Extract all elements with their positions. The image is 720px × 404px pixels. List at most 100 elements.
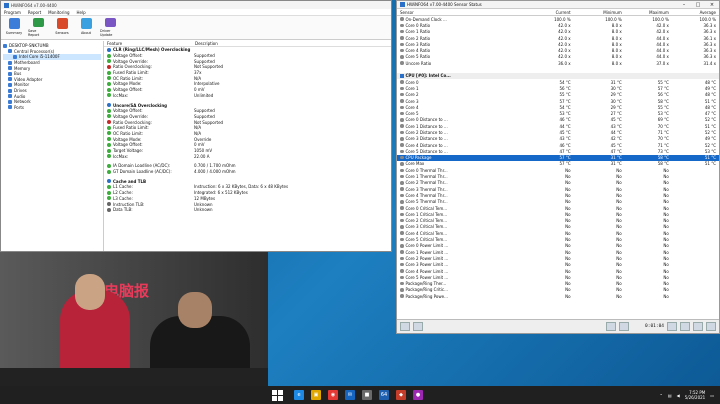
close-button[interactable]: × xyxy=(705,2,719,8)
taskbar-app-1-icon[interactable]: ▣ xyxy=(311,390,321,400)
tree-item-ports[interactable]: Ports xyxy=(3,105,101,111)
detail-row[interactable]: Voltage Mode: Override xyxy=(104,136,391,142)
sensor-row[interactable]: Core 1 Distance to ... 44 °C 43 °C 70 °C 51 … xyxy=(397,123,719,129)
minimize-button[interactable]: – xyxy=(677,2,691,8)
sensor-row[interactable]: Core 5 Thermal Thr... No No No xyxy=(397,199,719,205)
feature-column-header[interactable]: Feature xyxy=(104,41,192,46)
col-maximum[interactable]: Maximum xyxy=(625,10,672,15)
taskbar-app-0-icon[interactable]: e xyxy=(294,390,304,400)
windows-start-button[interactable] xyxy=(272,389,286,401)
sensor-row[interactable]: Core 2 Critical Tem... No No No xyxy=(397,218,719,224)
maximize-button[interactable]: □ xyxy=(691,2,705,8)
detail-row[interactable]: Voltage Offset: 0 mV xyxy=(104,142,391,148)
detail-row[interactable]: OC Ratio Limit: N/A xyxy=(104,131,391,137)
sensor-row[interactable]: Core 2 Ratio 42.0 x 8.0 x 44.0 x 36.1 x xyxy=(397,35,719,41)
sensor-row[interactable]: Core 2 55 °C 29 °C 56 °C 48 °C xyxy=(397,92,719,98)
detail-row[interactable]: Voltage Override: Supported xyxy=(104,58,391,64)
sensor-row[interactable]: Core 0 Distance to ... 46 °C 45 °C 69 °C 52 … xyxy=(397,117,719,123)
detail-row[interactable]: IccMax: Unlimited xyxy=(104,93,391,99)
taskbar-app-5-icon[interactable]: 64 xyxy=(379,390,389,400)
sensor-row[interactable]: Core 4 Power Limit ... No No No xyxy=(397,268,719,274)
settings-icon[interactable] xyxy=(680,322,690,331)
sensor-row[interactable]: Core 3 Distance to ... 43 °C 42 °C 70 °C 49 … xyxy=(397,136,719,142)
close-sensor-icon[interactable] xyxy=(706,322,716,331)
sensor-row[interactable]: Package/Ring Ther... No No No xyxy=(397,280,719,286)
col-minimum[interactable]: Minimum xyxy=(578,10,625,15)
menu-report[interactable]: Report xyxy=(28,10,41,15)
detail-row[interactable]: Voltage Offset: Supported xyxy=(104,108,391,114)
sensor-row[interactable]: Core 0 54 °C 31 °C 55 °C 48 °C xyxy=(397,79,719,85)
taskbar-app-4-icon[interactable]: ■ xyxy=(362,390,372,400)
feature-detail-pane[interactable]: Feature Description CLR (Ring/LLC/Mesh) … xyxy=(104,41,391,251)
chevron-up-icon[interactable]: ⌃ xyxy=(659,393,662,398)
col-sensor[interactable]: Sensor xyxy=(397,10,527,15)
main-title-bar[interactable]: HWiNFO64 v7.00-4400 xyxy=(1,1,391,9)
sensor-row[interactable]: Core 3 Critical Tem... No No No xyxy=(397,224,719,230)
detail-row[interactable]: Fused Ratio Limit: 37x xyxy=(104,70,391,76)
sensor-row[interactable]: Core 0 Thermal Thr... No No No xyxy=(397,167,719,173)
sensor-row[interactable]: Core 4 Distance to ... 46 °C 45 °C 71 °C 52 … xyxy=(397,142,719,148)
taskbar-app-6-icon[interactable]: ◆ xyxy=(396,390,406,400)
taskbar-app-7-icon[interactable]: ● xyxy=(413,390,423,400)
report-icon[interactable] xyxy=(619,322,629,331)
sensor-title-bar[interactable]: HWiNFO64 v7.00-4400 Sensor Status – □ × xyxy=(397,1,719,9)
taskbar-app-3-icon[interactable]: ✉ xyxy=(345,390,355,400)
sensor-row[interactable]: Uncore Ratio 36.0 x 8.0 x 37.0 x 31.4 x xyxy=(397,60,719,66)
sensor-row[interactable]: Core 5 Power Limit ... No No No xyxy=(397,274,719,280)
reset-icon[interactable] xyxy=(693,322,703,331)
sensor-row[interactable]: On-Demand Clock ... 100.0 % 100.0 % 100.0 %… xyxy=(397,16,719,22)
menu-monitoring[interactable]: Monitoring xyxy=(48,10,69,15)
detail-row[interactable]: Fused Ratio Limit: N/A xyxy=(104,125,391,131)
detail-row[interactable]: Ratio Overclocking: Not Supported xyxy=(104,64,391,70)
volume-icon[interactable]: ◀ xyxy=(677,393,680,398)
sensor-row[interactable]: Core 4 54 °C 29 °C 55 °C 48 °C xyxy=(397,104,719,110)
sensor-row[interactable]: Core 1 Critical Tem... No No No xyxy=(397,211,719,217)
sensor-row[interactable]: Package/Ring Critic... No No No xyxy=(397,287,719,293)
detail-row[interactable]: Ratio Overclocking: Not Supported xyxy=(104,119,391,125)
network-tray-icon[interactable]: ▤ xyxy=(668,393,672,398)
detail-row[interactable]: Instruction TLB: Unknown xyxy=(104,201,391,207)
menu-help[interactable]: Help xyxy=(77,10,86,15)
sensor-row[interactable]: Core 0 Critical Tem... No No No xyxy=(397,205,719,211)
sensor-row[interactable]: Core 0 Power Limit ... No No No xyxy=(397,243,719,249)
nav-right-button[interactable] xyxy=(413,322,423,331)
sensor-row[interactable]: Core 2 Thermal Thr... No No No xyxy=(397,180,719,186)
sensor-row[interactable]: Core 4 Ratio 42.0 x 8.0 x 44.0 x 36.3 x xyxy=(397,47,719,53)
sensor-row[interactable]: Core 3 Thermal Thr... No No No xyxy=(397,186,719,192)
detail-row[interactable]: Target Voltage: 1050 mV xyxy=(104,148,391,154)
save-report-button[interactable]: Save Report xyxy=(28,18,48,37)
sensor-row[interactable]: Core 1 56 °C 30 °C 57 °C 49 °C xyxy=(397,85,719,91)
about-button[interactable]: About xyxy=(76,18,96,37)
sensor-row[interactable]: Core 1 Thermal Thr... No No No xyxy=(397,173,719,179)
sensor-row[interactable]: Core 5 Distance to ... 47 °C 47 °C 73 °C 53 … xyxy=(397,148,719,154)
sensor-row-selected[interactable]: CPU Package 57 °C 31 °C 58 °C 51 °C xyxy=(397,154,719,161)
detail-row[interactable]: IA Domain Loadline (AC/DC): 0.700 / 1.700… xyxy=(104,163,391,169)
sensor-row[interactable]: Core Max 57 °C 31 °C 58 °C 51 °C xyxy=(397,161,719,167)
sensor-row[interactable]: Package/Ring Powe... No No No xyxy=(397,293,719,299)
sensor-row[interactable]: Core 1 Ratio 42.0 x 8.0 x 42.0 x 36.3 x xyxy=(397,29,719,35)
clock-icon[interactable] xyxy=(667,322,677,331)
hwinfo-main-window[interactable]: HWiNFO64 v7.00-4400 Program Report Monitor… xyxy=(0,0,392,252)
detail-row[interactable]: Voltage Offset: 0 mV xyxy=(104,87,391,93)
sensor-row[interactable]: Core 2 Power Limit ... No No No xyxy=(397,255,719,261)
sensor-row[interactable]: Core 5 Critical Tem... No No No xyxy=(397,236,719,242)
sensor-row[interactable]: Core 5 53 °C 27 °C 53 °C 47 °C xyxy=(397,110,719,116)
detail-row[interactable]: L1 Cache: Instruction: 6 x 32 KBytes, Dat… xyxy=(104,184,391,190)
detail-row[interactable]: L3 Cache: 12 MBytes xyxy=(104,196,391,202)
detail-row[interactable]: Data TLB: Unknown xyxy=(104,207,391,213)
sensor-row[interactable]: Core 4 Critical Tem... No No No xyxy=(397,230,719,236)
detail-row[interactable]: OC Ratio Limit: N/A xyxy=(104,75,391,81)
description-column-header[interactable]: Description xyxy=(192,41,218,46)
sensor-row[interactable]: Core 3 57 °C 30 °C 58 °C 51 °C xyxy=(397,98,719,104)
summary-button[interactable]: Summary xyxy=(4,18,24,37)
driver-update-button[interactable]: Driver Update xyxy=(100,18,120,37)
taskbar-app-2-icon[interactable]: ◉ xyxy=(328,390,338,400)
detail-row[interactable]: Voltage Override: Supported xyxy=(104,114,391,120)
sensor-row[interactable]: Core 0 Ratio 42.0 x 8.0 x 42.0 x 36.3 x xyxy=(397,22,719,28)
detail-row[interactable]: Voltage Offset: Supported xyxy=(104,53,391,59)
sensor-row[interactable]: Core 5 Ratio 42.0 x 8.0 x 44.0 x 36.3 x xyxy=(397,54,719,60)
menu-program[interactable]: Program xyxy=(4,10,21,15)
sensors-button[interactable]: Sensors xyxy=(52,18,72,37)
col-average[interactable]: Average xyxy=(672,10,719,15)
nav-left-button[interactable] xyxy=(400,322,410,331)
